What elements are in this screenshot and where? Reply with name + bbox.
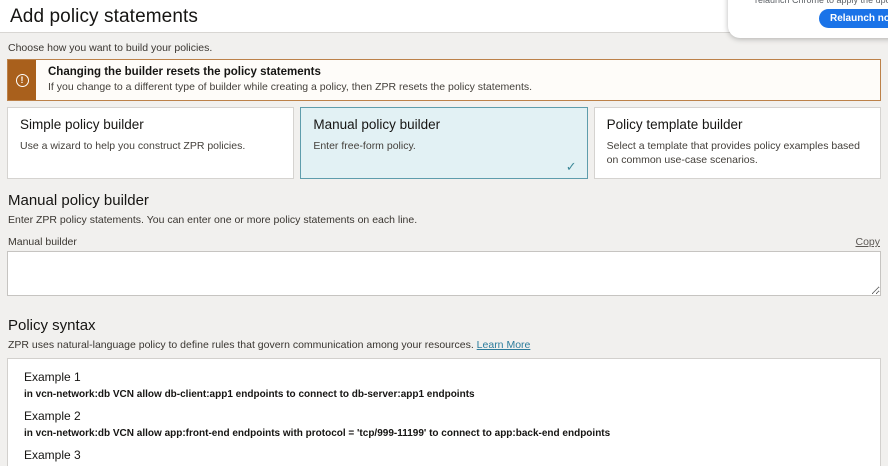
manual-builder-textarea[interactable]	[7, 251, 881, 296]
builder-cards-row: Simple policy builder Use a wizard to he…	[7, 107, 881, 179]
intro-text: Choose how you want to build your polici…	[8, 42, 880, 54]
warning-body: If you change to a different type of bui…	[48, 81, 532, 93]
card-desc: Select a template that provides policy e…	[607, 139, 868, 167]
example-label: Example 1	[24, 370, 864, 384]
example-label: Example 2	[24, 409, 864, 423]
relaunch-message: relaunch Chrome to apply the update	[755, 0, 888, 5]
exclamation-circle-icon: !	[16, 74, 29, 87]
manual-builder-label-row: Manual builder Copy	[8, 236, 880, 248]
syntax-section-desc: ZPR uses natural-language policy to defi…	[8, 339, 880, 351]
warning-title: Changing the builder resets the policy s…	[48, 66, 532, 78]
learn-more-link[interactable]: Learn More	[477, 339, 531, 351]
builder-card-simple[interactable]: Simple policy builder Use a wizard to he…	[7, 107, 294, 179]
warning-banner: ! Changing the builder resets the policy…	[7, 59, 881, 101]
example-statement: in vcn-network:db VCN allow app:front-en…	[24, 428, 864, 439]
builder-card-template[interactable]: Policy template builder Select a templat…	[594, 107, 881, 179]
warning-accent-strip: !	[8, 60, 36, 100]
example-statement: in vcn-network:db VCN allow db-client:ap…	[24, 389, 864, 400]
builder-card-manual[interactable]: Manual policy builder Enter free-form po…	[300, 107, 587, 179]
card-title: Simple policy builder	[20, 117, 281, 132]
check-icon: ✓	[566, 159, 577, 175]
card-desc: Use a wizard to help you construct ZPR p…	[20, 139, 281, 153]
relaunch-popup: relaunch Chrome to apply the update Rela…	[728, 0, 888, 38]
card-title: Manual policy builder	[313, 117, 574, 132]
card-title: Policy template builder	[607, 117, 868, 132]
copy-link[interactable]: Copy	[855, 236, 880, 248]
example-label: Example 3	[24, 448, 864, 462]
card-desc: Enter free-form policy.	[313, 139, 574, 153]
warning-content: Changing the builder resets the policy s…	[36, 60, 544, 100]
syntax-desc-text: ZPR uses natural-language policy to defi…	[8, 339, 474, 351]
syntax-section-title: Policy syntax	[8, 317, 880, 334]
relaunch-now-button[interactable]: Relaunch now	[819, 9, 888, 28]
manual-section-title: Manual policy builder	[8, 192, 880, 209]
manual-section-desc: Enter ZPR policy statements. You can ent…	[8, 214, 880, 226]
manual-builder-label: Manual builder	[8, 236, 77, 248]
examples-box: Example 1 in vcn-network:db VCN allow db…	[7, 358, 881, 466]
